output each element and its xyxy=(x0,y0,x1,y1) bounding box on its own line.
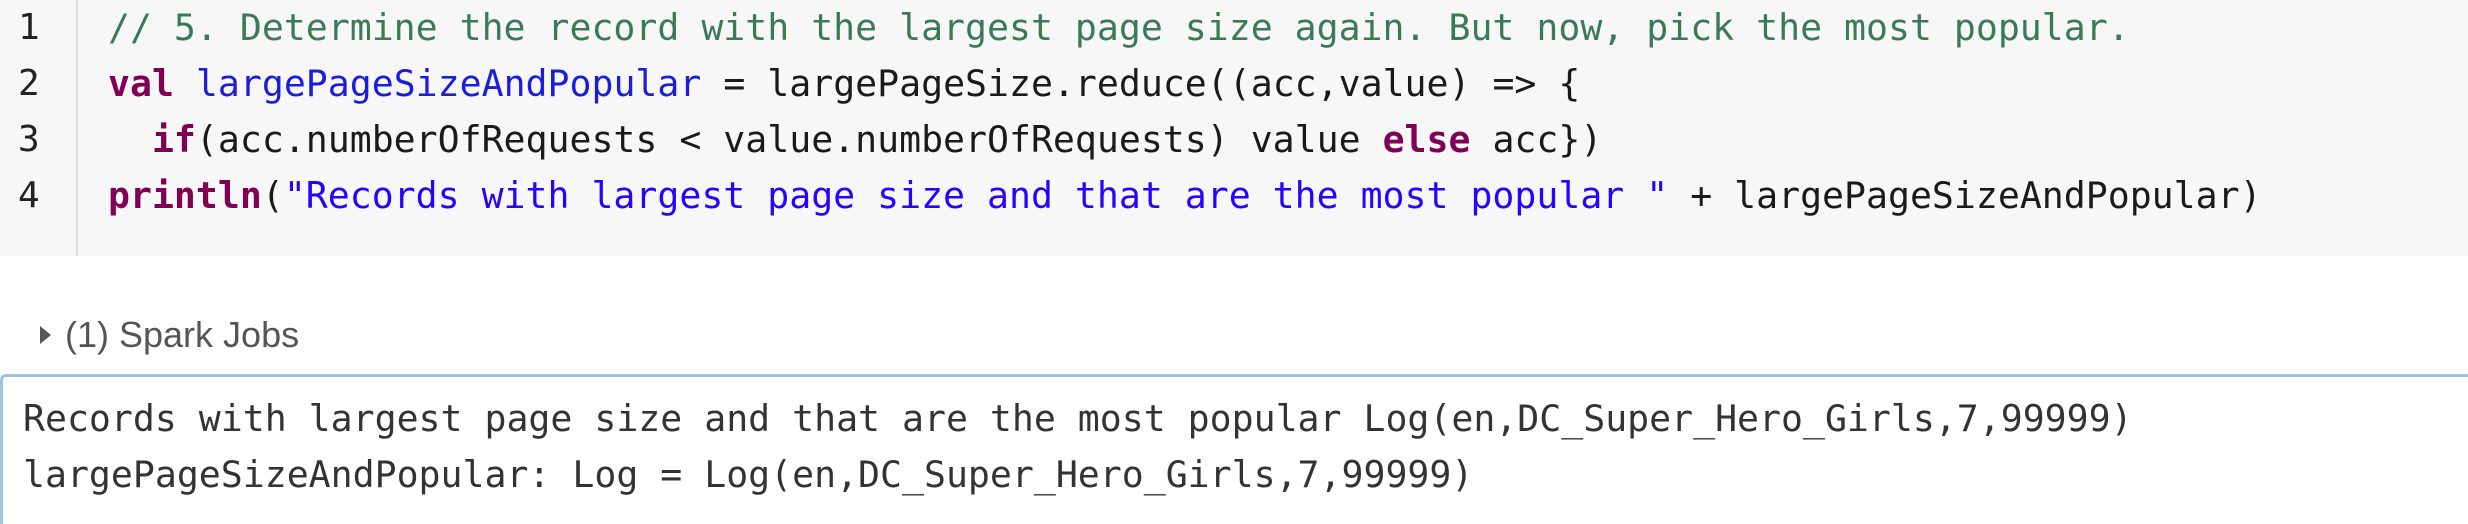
output-line: Records with largest page size and that … xyxy=(23,397,2133,440)
code-keyword: val xyxy=(108,62,174,105)
code-cell[interactable]: 1 2 3 4 // 5. Determine the record with … xyxy=(0,0,2468,256)
code-keyword: if xyxy=(151,118,196,161)
line-number: 4 xyxy=(18,175,40,216)
notebook-page: 1 2 3 4 // 5. Determine the record with … xyxy=(0,0,2468,524)
spark-jobs-label[interactable]: (1) Spark Jobs xyxy=(65,314,299,356)
code-text: acc}) xyxy=(1470,118,1603,161)
line-number: 1 xyxy=(18,7,40,48)
code-identifier: largePageSizeAndPopular xyxy=(195,62,702,105)
code-comment: // 5. Determine the record with the larg… xyxy=(108,6,2130,49)
line-number: 3 xyxy=(18,119,40,160)
code-text: ( xyxy=(261,174,284,217)
code-text: = largePageSize.reduce((acc,value) => { xyxy=(701,62,1581,105)
code-text: (acc.numberOfRequests < value.numberOfRe… xyxy=(195,118,1383,161)
output-line: largePageSizeAndPopular: Log = Log(en,DC… xyxy=(23,453,1474,496)
code-line-1[interactable]: // 5. Determine the record with the larg… xyxy=(108,0,2130,56)
code-keyword: println xyxy=(108,174,262,217)
code-string: "Records with largest page size and that… xyxy=(283,174,1669,217)
code-keyword: else xyxy=(1382,118,1471,161)
spark-jobs-toggle[interactable]: (1) Spark Jobs xyxy=(40,312,299,358)
code-line-4[interactable]: println("Records with largest page size … xyxy=(108,168,2262,224)
code-text: + largePageSizeAndPopular) xyxy=(1668,174,2262,217)
code-line-3[interactable]: if(acc.numberOfRequests < value.numberOf… xyxy=(108,112,1602,168)
output-cell: Records with largest page size and that … xyxy=(0,374,2468,524)
code-line-2[interactable]: val largePageSizeAndPopular = largePageS… xyxy=(108,56,1580,112)
line-number: 2 xyxy=(18,63,40,104)
caret-right-icon[interactable] xyxy=(40,326,51,344)
line-number-gutter: 1 2 3 4 xyxy=(0,0,78,256)
